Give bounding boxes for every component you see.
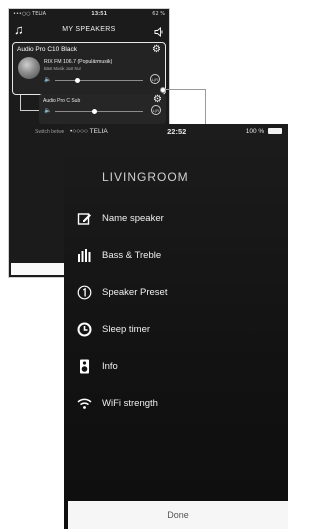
group-volume-knob[interactable] xyxy=(74,78,80,83)
battery-status: 100 % xyxy=(246,128,282,135)
volume-icon: 🔈 xyxy=(44,108,52,114)
speaker-outline-icon[interactable] xyxy=(154,24,164,37)
menu-item-label: Sleep timer xyxy=(102,324,151,335)
equalizer-icon xyxy=(77,248,92,263)
group-volume-track[interactable] xyxy=(55,80,143,81)
menu-item-label: WiFi strength xyxy=(102,398,158,409)
group-connector-line xyxy=(20,95,21,111)
speaker-group-card[interactable]: Audio Pro C10 Black ⚙ RIX FM 106.7 (Popu… xyxy=(12,42,166,95)
menu-item-label: Bass & Treble xyxy=(102,250,162,261)
volume-icon: 🔈 xyxy=(44,77,52,83)
menu-item-info[interactable]: Info xyxy=(64,348,288,385)
status-bar: •••○○ TELIA 13:51 62 % xyxy=(9,9,169,19)
group-connector-line xyxy=(20,110,40,111)
lr-toggle-button[interactable]: L|R xyxy=(151,105,161,115)
speaker-settings-screen: •○○○○ TELIA 22:52 100 % LIVINGROOM Name … xyxy=(64,124,288,529)
menu-item-label: Name speaker xyxy=(102,213,164,224)
station-name: RIX FM 106.7 (Populärmusik) xyxy=(44,59,113,65)
page-title: MY SPEAKERS xyxy=(62,25,116,33)
room-title: LIVINGROOM xyxy=(102,170,189,184)
sub-speaker-name: Audio Pro C Sub xyxy=(43,98,81,104)
clock: 13:51 xyxy=(91,11,108,17)
menu-item-wifi-strength[interactable]: WiFi strength xyxy=(64,385,288,422)
menu-item-bass-treble[interactable]: Bass & Treble xyxy=(64,237,288,274)
gear-icon[interactable]: ⚙ xyxy=(152,45,161,55)
battery-icon xyxy=(267,127,282,134)
menu-item-speaker-preset[interactable]: Speaker Preset xyxy=(64,274,288,311)
album-art xyxy=(18,57,40,79)
carrier-label: •••○○ TELIA xyxy=(13,11,47,17)
clock-icon xyxy=(77,322,92,337)
settings-menu: Name speaker Bass & Treble Speaker Prese… xyxy=(64,200,288,422)
lr-toggle-button[interactable]: L|R xyxy=(150,74,160,84)
sub-speaker-card[interactable]: Audio Pro C Sub ⚙ 🔈 L|R xyxy=(39,94,166,124)
nav-bar: ♫ MY SPEAKERS xyxy=(9,19,169,39)
menu-item-sleep-timer[interactable]: Sleep timer xyxy=(64,311,288,348)
menu-item-label: Info xyxy=(102,361,118,372)
battery-label: 100 % xyxy=(245,127,265,135)
done-button[interactable]: Done xyxy=(68,501,288,529)
gear-icon[interactable]: ⚙ xyxy=(153,95,162,105)
edit-icon xyxy=(77,211,92,226)
group-name: Audio Pro C10 Black xyxy=(17,46,77,53)
callout-marker xyxy=(160,87,166,93)
music-note-icon[interactable]: ♫ xyxy=(14,23,24,36)
sub-volume-track[interactable] xyxy=(55,111,143,112)
status-bar: •○○○○ TELIA 22:52 100 % xyxy=(64,124,288,138)
wifi-icon xyxy=(77,396,92,411)
station-subtitle: Bäst Musik Just Nu! xyxy=(44,66,82,71)
menu-item-name-speaker[interactable]: Name speaker xyxy=(64,200,288,237)
speaker-info-icon xyxy=(77,359,92,374)
preset-number-icon xyxy=(77,285,92,300)
clock: 22:52 xyxy=(167,126,187,136)
callout-line xyxy=(166,89,206,90)
sub-volume-knob[interactable] xyxy=(92,109,98,114)
menu-item-label: Speaker Preset xyxy=(102,287,168,298)
carrier-label: •○○○○ TELIA xyxy=(70,127,108,135)
battery-label: 62 % xyxy=(152,11,165,17)
